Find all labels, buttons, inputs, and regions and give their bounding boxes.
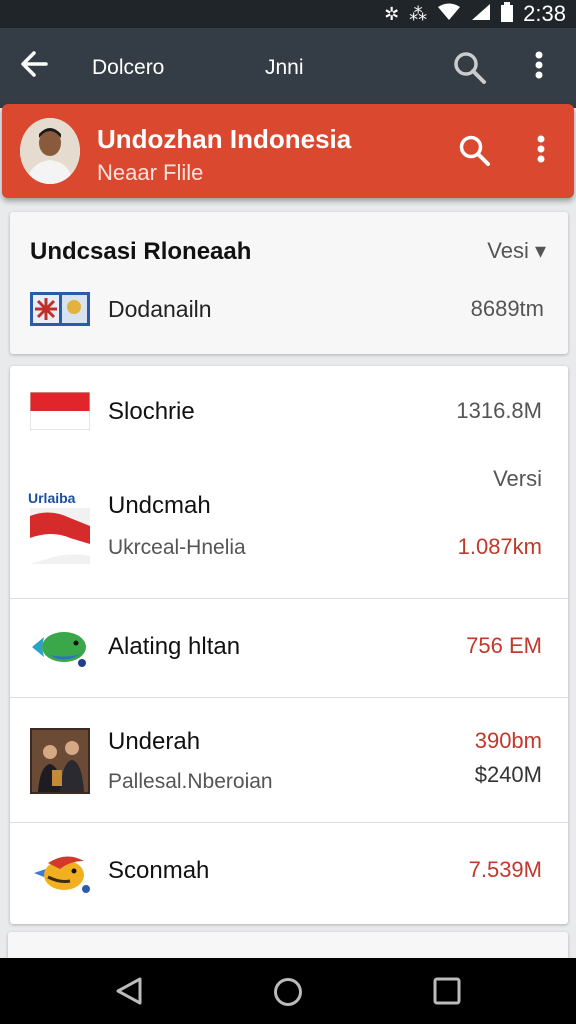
more-vert-icon[interactable] [536,134,546,170]
list-item[interactable]: Slochrie 1316.8M [10,366,568,458]
list-item-name: Undcmah [108,492,211,519]
section-title: Undcsasi Rloneaah [30,238,252,265]
battery-icon [501,1,514,27]
bluetooth-icon: ✲ [384,3,400,24]
nav-home-icon[interactable] [272,976,304,1013]
section-card: Undcsasi Rloneaah Vesi ▾ Dodanailn 8689t… [10,212,568,354]
people-photo-icon [30,728,90,799]
search-icon[interactable] [458,134,492,173]
list-item-version: Versi [493,466,542,491]
app-thumbnail-icon [30,292,90,331]
list-item-subtitle: Pallesal.Nberoian [108,770,273,793]
app-list: Slochrie 1316.8M Urlaiba Versi Undcmah U… [10,366,568,924]
list-item-name: Slochrie [108,398,195,425]
list-item-subtitle: Ukrceal-Hnelia [108,536,246,559]
list-item-size: 1316.8M [456,398,542,423]
wifi-icon [437,3,461,26]
search-icon[interactable] [452,50,488,91]
header-subtitle: Neaar Flile [97,160,204,185]
list-item-name: Underah [108,728,201,755]
signal-icon [471,3,491,26]
bird-icon [30,851,92,902]
app-bar: Dolcero Jnni [0,28,576,108]
list-item[interactable]: Underah Pallesal.Nberoian 390bm $240M [10,698,568,822]
list-item-size-extra: $240M [474,762,542,787]
status-time: 2:38 [523,1,566,26]
list-item-icon-label: Urlaiba [28,490,76,506]
list-item-size: 7.539M [468,857,542,882]
app-title: Dolcero [92,56,165,79]
vibrate-icon: ⁂ [409,3,428,24]
nav-recents-icon[interactable] [432,976,462,1011]
more-vert-icon[interactable] [534,50,544,86]
section-item-name[interactable]: Dodanailn [108,296,212,323]
flag-wave-icon [30,508,90,569]
list-item-name: Sconmah [108,857,210,884]
avatar [20,118,80,184]
list-item[interactable]: Urlaiba Versi Undcmah Ukrceal-Hnelia 1.0… [10,458,568,598]
nav-back-icon[interactable] [114,976,144,1011]
fish-icon [30,625,90,676]
list-item-size: 756 EM [466,633,542,658]
list-item-size: 1.087km [457,534,542,559]
profile-header[interactable]: Undozhan Indonesia Neaar Flile [2,104,574,198]
list-item[interactable]: Sconmah 7.539M [10,823,568,923]
flag-icon [29,391,91,435]
app-subtitle: Jnni [265,56,304,79]
list-item[interactable]: Alating hltan 756 EM [10,599,568,697]
section-item-size: 8689tm [470,296,544,321]
header-title: Undozhan Indonesia [97,124,352,154]
list-item-name: Alating hltan [108,633,241,660]
status-bar: ✲ ⁂ 2:38 [0,0,576,28]
version-dropdown[interactable]: Vesi ▾ [487,238,546,264]
back-arrow-icon[interactable] [20,50,48,83]
list-item-size: 390bm [474,728,542,753]
navigation-bar [0,958,576,1024]
